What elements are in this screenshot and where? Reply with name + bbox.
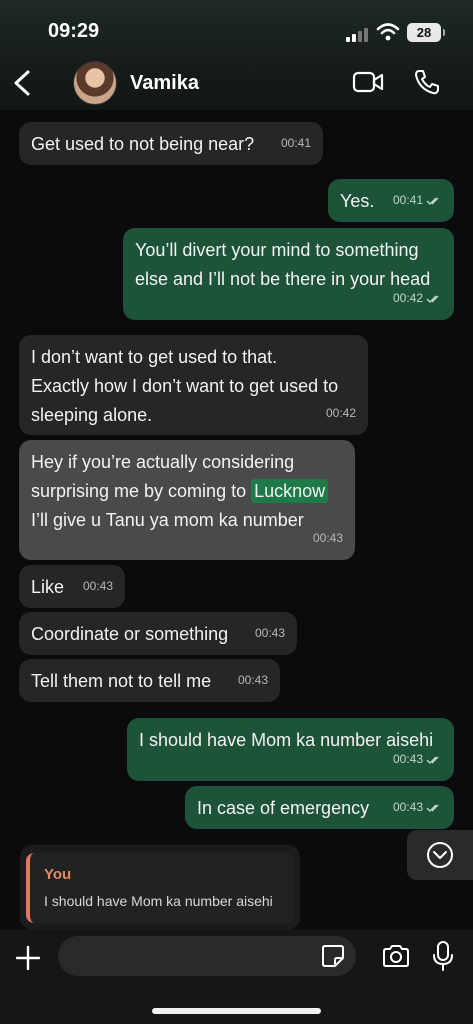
message-incoming[interactable]: Tell them not to tell me 00:43: [19, 659, 280, 702]
message-text: I don’t want to get used to that. Exactl…: [31, 347, 339, 425]
read-ticks-icon: [426, 295, 439, 303]
reply-preview[interactable]: You I should have Mom ka number aisehi: [20, 845, 300, 930]
contact-name[interactable]: Vamika: [130, 72, 199, 95]
message-time: 00:42: [325, 406, 356, 420]
message-incoming-selected[interactable]: Hey if you’re actually considering surpr…: [19, 440, 355, 560]
microphone-icon[interactable]: [432, 940, 454, 972]
status-bar: 09:29 28: [0, 18, 473, 48]
chat-header: Vamika: [0, 60, 473, 108]
message-time: 00:43: [237, 673, 268, 687]
quoted-message: You I should have Mom ka number aisehi: [26, 853, 294, 923]
message-meta: 00:41: [393, 186, 442, 215]
message-input[interactable]: [58, 936, 356, 976]
plus-icon[interactable]: [14, 944, 42, 972]
message-text: Hey if you’re actually considering surpr…: [31, 448, 343, 535]
message-time: 00:43: [254, 626, 285, 640]
highlighted-word[interactable]: Lucknow: [251, 479, 329, 503]
read-ticks-icon: [426, 804, 439, 812]
battery-indicator: 28: [407, 23, 445, 42]
message-time: 00:43: [392, 752, 423, 766]
message-incoming[interactable]: Get used to not being near? 00:41: [19, 122, 323, 165]
top-bar: 09:29 28 Vamika: [0, 0, 473, 110]
reply-author: You: [44, 866, 72, 883]
message-outgoing[interactable]: Yes. 00:41: [328, 179, 454, 222]
message-meta: 00:43: [393, 745, 442, 774]
read-ticks-icon: [426, 756, 439, 764]
message-time: 00:41: [392, 193, 423, 207]
message-time: 00:42: [392, 291, 423, 305]
message-text-after: I’ll give u Tanu ya mom ka number: [31, 510, 304, 530]
message-text: Coordinate or something: [31, 624, 229, 644]
cellular-signal-icon: [346, 28, 370, 42]
sticker-icon[interactable]: [320, 943, 346, 969]
message-time: 00:43: [312, 531, 343, 545]
avatar[interactable]: [73, 61, 117, 105]
message-outgoing[interactable]: You’ll divert your mind to something els…: [123, 228, 454, 320]
message-text: Get used to not being near?: [31, 134, 255, 154]
video-call-icon[interactable]: [352, 70, 384, 94]
message-incoming[interactable]: Like 00:43: [19, 565, 125, 608]
phone-call-icon[interactable]: [413, 68, 441, 96]
composer-bar: [0, 930, 473, 1024]
status-time: 09:29: [48, 20, 100, 42]
message-meta: 00:42: [393, 284, 442, 313]
home-indicator[interactable]: [152, 1008, 321, 1014]
wifi-icon: [376, 23, 400, 41]
reply-text: I should have Mom ka number aisehi: [44, 893, 273, 909]
message-time: 00:43: [82, 579, 113, 593]
scroll-to-bottom-button[interactable]: [407, 830, 473, 880]
message-outgoing[interactable]: In case of emergency 00:43: [185, 786, 454, 829]
message-incoming[interactable]: Coordinate or something 00:43: [19, 612, 297, 655]
message-list[interactable]: Get used to not being near? 00:41 Yes. 0…: [0, 110, 473, 930]
message-outgoing[interactable]: I should have Mom ka number aisehi 00:43: [127, 718, 454, 781]
chevron-down-circle-icon: [427, 842, 453, 868]
message-time: 00:43: [392, 800, 423, 814]
read-ticks-icon: [426, 197, 439, 205]
message-meta: 00:43: [393, 793, 442, 822]
message-time: 00:41: [280, 136, 311, 150]
camera-icon[interactable]: [381, 942, 411, 970]
back-icon[interactable]: [10, 68, 34, 98]
message-incoming[interactable]: I don’t want to get used to that. Exactl…: [19, 335, 368, 435]
message-text: Tell them not to tell me: [31, 671, 212, 691]
